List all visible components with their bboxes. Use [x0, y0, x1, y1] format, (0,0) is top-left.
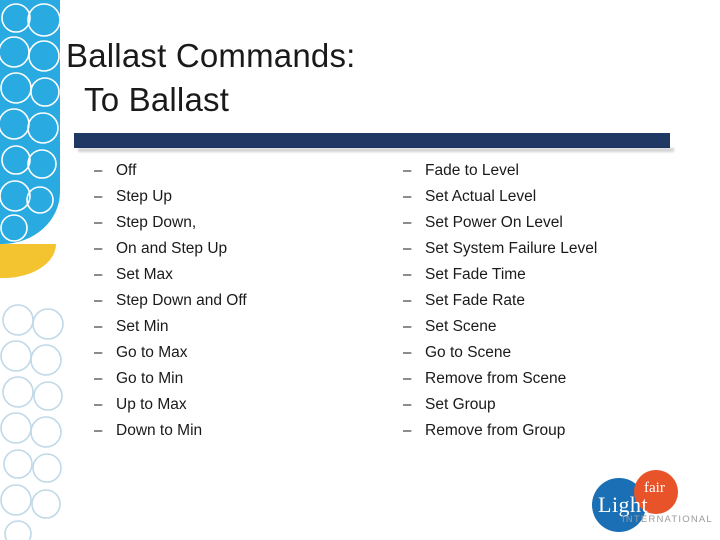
list-item: – Go to Max: [94, 340, 384, 366]
list-item-label: Set Actual Level: [425, 188, 537, 205]
left-command-column: – Off – Step Up – Step Down, – On and Step U…: [94, 158, 384, 444]
list-item-label: Step Down and Off: [116, 292, 247, 309]
list-item-label: Set Scene: [425, 318, 497, 335]
title-line-1: Ballast Commands:: [66, 37, 356, 74]
list-item: – Step Up: [94, 184, 384, 210]
bullet-dash-icon: –: [94, 370, 103, 387]
list-item-label: Go to Scene: [425, 344, 512, 361]
list-item-label: Set Max: [116, 266, 173, 283]
list-item: – Go to Min: [94, 366, 384, 392]
list-item: – Up to Max: [94, 392, 384, 418]
right-command-column: – Fade to Level – Set Actual Level – Set Po…: [403, 158, 703, 444]
bullet-dash-icon: –: [94, 318, 103, 335]
bullet-dash-icon: –: [94, 188, 103, 205]
list-item-label: Set Min: [116, 318, 169, 335]
list-item: – Remove from Scene: [403, 366, 703, 392]
bullet-dash-icon: –: [403, 396, 412, 413]
bullet-dash-icon: –: [94, 266, 103, 283]
bullet-dash-icon: –: [403, 422, 412, 439]
list-item-label: Step Up: [116, 188, 173, 205]
lightfair-logo: Light fair INTERNATIONAL: [592, 470, 712, 532]
list-item: – Set Power On Level: [403, 210, 703, 236]
list-item-label: Set Power On Level: [425, 214, 563, 231]
list-item-label: Set Fade Rate: [425, 292, 525, 309]
list-item: – On and Step Up: [94, 236, 384, 262]
bullet-dash-icon: –: [403, 318, 412, 335]
list-item: – Set System Failure Level: [403, 236, 703, 262]
bullet-dash-icon: –: [403, 188, 412, 205]
list-item: – Remove from Group: [403, 418, 703, 444]
bullet-dash-icon: –: [94, 422, 103, 439]
list-item: – Set Fade Rate: [403, 288, 703, 314]
list-item: – Set Group: [403, 392, 703, 418]
logo-international-text: INTERNATIONAL: [622, 514, 713, 525]
list-item-label: Set System Failure Level: [425, 240, 598, 257]
bullet-dash-icon: –: [403, 344, 412, 361]
list-item-label: Set Fade Time: [425, 266, 526, 283]
title-line-2: To Ballast: [84, 81, 230, 118]
bullet-dash-icon: –: [403, 266, 412, 283]
list-item: – Go to Scene: [403, 340, 703, 366]
bullet-dash-icon: –: [94, 344, 103, 361]
list-item: – Step Down and Off: [94, 288, 384, 314]
list-item: – Down to Min: [94, 418, 384, 444]
list-item-label: Step Down,: [116, 214, 197, 231]
bullet-dash-icon: –: [403, 292, 412, 309]
bullet-dash-icon: –: [94, 396, 103, 413]
list-item-label: Off: [116, 162, 137, 179]
bullet-dash-icon: –: [403, 162, 412, 179]
bullet-dash-icon: –: [403, 370, 412, 387]
list-item: – Set Actual Level: [403, 184, 703, 210]
page-title: Ballast Commands: To Ballast: [66, 34, 666, 122]
list-item-label: Go to Min: [116, 370, 184, 387]
list-item: – Set Fade Time: [403, 262, 703, 288]
title-divider-bar: [74, 133, 670, 148]
list-item: – Off: [94, 158, 384, 184]
list-item: – Fade to Level: [403, 158, 703, 184]
list-item: – Set Max: [94, 262, 384, 288]
list-item-label: On and Step Up: [116, 240, 228, 257]
bullet-dash-icon: –: [94, 292, 103, 309]
bullet-dash-icon: –: [403, 240, 412, 257]
list-item-label: Remove from Scene: [425, 370, 567, 387]
list-item-label: Set Group: [425, 396, 496, 413]
list-item: – Set Min: [94, 314, 384, 340]
list-item: – Step Down,: [94, 210, 384, 236]
list-item-label: Go to Max: [116, 344, 188, 361]
bullet-dash-icon: –: [403, 214, 412, 231]
title-divider-shadow: [78, 148, 674, 152]
logo-fair-text: fair: [644, 480, 665, 496]
bullet-dash-icon: –: [94, 162, 103, 179]
list-item-label: Up to Max: [116, 396, 187, 413]
bullet-dash-icon: –: [94, 214, 103, 231]
list-item: – Set Scene: [403, 314, 703, 340]
bullet-dash-icon: –: [94, 240, 103, 257]
list-item-label: Remove from Group: [425, 422, 566, 439]
list-item-label: Down to Min: [116, 422, 203, 439]
list-item-label: Fade to Level: [425, 162, 519, 179]
command-columns: – Off – Step Up – Step Down, – On and Step U…: [0, 158, 720, 444]
